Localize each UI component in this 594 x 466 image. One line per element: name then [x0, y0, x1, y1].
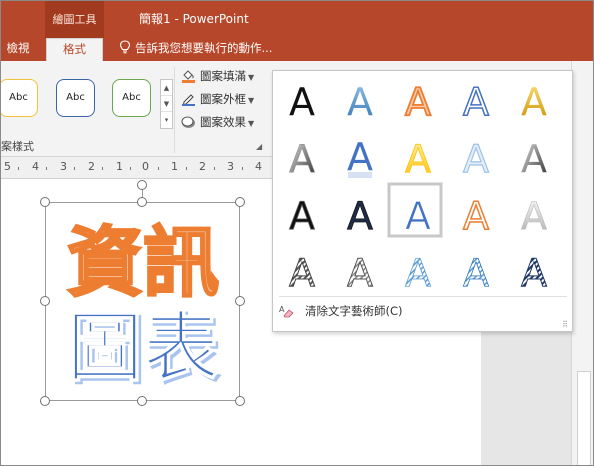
- wordart-style-stripe-navy[interactable]: A: [521, 251, 548, 296]
- wordart-style-black[interactable]: A: [289, 80, 315, 124]
- lightbulb-icon: [119, 40, 131, 54]
- shape-style-gold[interactable]: Abc: [1, 79, 38, 117]
- scroll-down-icon[interactable]: ▼: [161, 96, 172, 112]
- rotate-handle[interactable]: [137, 180, 147, 190]
- resize-handle-ne[interactable]: [235, 197, 245, 207]
- chevron-down-icon: ▼: [248, 119, 255, 128]
- resize-handle-sw[interactable]: [40, 396, 50, 406]
- wordart-style-gray[interactable]: A: [289, 137, 316, 182]
- title-bar: 繪圖工具 簡報1 - PowerPoint: [1, 1, 593, 38]
- tell-me-text: 告訴我您想要執行的動作...: [135, 41, 273, 55]
- scrollbar-thumb[interactable]: [577, 371, 591, 465]
- wordart-style-stripe-light[interactable]: A: [347, 251, 374, 296]
- resize-handle-se[interactable]: [235, 396, 245, 406]
- ribbon-tab-row: 檢視 格式 告訴我您想要執行的動作...: [1, 38, 593, 61]
- shape-outline-button[interactable]: 圖案外框 ▼: [181, 90, 254, 108]
- wordart-style-black-shadow[interactable]: A: [289, 194, 316, 239]
- resize-handle-nw[interactable]: [40, 197, 50, 207]
- wordart-style-dark-navy[interactable]: A: [347, 194, 374, 239]
- wordart-style-pale-gray[interactable]: A: [521, 194, 548, 239]
- ruler-label: 4: [32, 160, 39, 173]
- wordart-style-stripe-blue[interactable]: A: [405, 251, 432, 296]
- resize-handle-w[interactable]: [40, 296, 50, 306]
- ruler-label: 2: [199, 160, 206, 173]
- drawing-tools-label: 繪圖工具: [45, 1, 104, 38]
- wordart-style-orange-outline[interactable]: A: [404, 79, 432, 125]
- shape-styles-group-label: 案樣式: [1, 140, 34, 153]
- ribbon-divider: [174, 67, 175, 153]
- gallery-more-icon[interactable]: ▾: [161, 112, 172, 128]
- wordart-style-stripe-gray[interactable]: A: [289, 251, 316, 296]
- wordart-line1: 資訊: [67, 218, 219, 307]
- shape-style-green[interactable]: Abc: [112, 79, 151, 117]
- wordart-style-stripe-blue-2[interactable]: A: [463, 251, 490, 296]
- eraser-icon: A: [279, 305, 294, 318]
- powerpoint-window: 繪圖工具 簡報1 - PowerPoint 檢視 格式 告訴我您想要執行的動作.…: [0, 0, 594, 466]
- shape-style-blue[interactable]: Abc: [56, 79, 95, 117]
- wordart-style-pale-blue[interactable]: A: [462, 136, 489, 181]
- tell-me-box[interactable]: 告訴我您想要執行的動作...: [119, 38, 272, 61]
- wordart-gallery-grid: A A A A A A A A A A A A A A A A A A A A: [289, 79, 548, 296]
- wordart-line2: 圖表: [67, 303, 219, 392]
- scroll-up-icon[interactable]: ▲: [161, 80, 172, 96]
- ruler-label: 3: [60, 160, 67, 173]
- wordart-style-yellow[interactable]: A: [405, 137, 432, 182]
- shape-effects-icon: [181, 116, 195, 128]
- wordart-style-gold[interactable]: A: [521, 80, 547, 124]
- shape-style-gallery-scroll[interactable]: ▲ ▼ ▾: [160, 79, 173, 129]
- wordart-style-blue-selected[interactable]: A: [405, 194, 432, 239]
- resize-handle-n[interactable]: [137, 197, 147, 207]
- shape-effects-button[interactable]: 圖案效果 ▼: [181, 113, 254, 131]
- ruler-label: 1: [116, 160, 123, 173]
- ruler-label: 0: [142, 160, 149, 173]
- paint-bucket-icon: [182, 70, 195, 83]
- tab-format[interactable]: 格式: [46, 38, 103, 61]
- tab-view[interactable]: 檢視: [3, 38, 33, 61]
- resize-handle-e[interactable]: [235, 296, 245, 306]
- ruler-label: 4: [255, 160, 262, 173]
- wordart-style-blue-gradient[interactable]: A: [347, 80, 373, 124]
- pen-icon: [182, 94, 195, 106]
- dropdown-divider: [279, 296, 567, 297]
- wordart-style-orange-white[interactable]: A: [462, 193, 490, 239]
- window-title: 簡報1 - PowerPoint: [139, 12, 249, 26]
- ruler-label: 1: [171, 160, 178, 173]
- resize-handle-s[interactable]: [137, 396, 147, 406]
- ruler-label: 3: [227, 160, 234, 173]
- chevron-down-icon: ▼: [248, 96, 255, 105]
- chevron-down-icon: ▼: [248, 73, 255, 82]
- wordart-gallery-dropdown: A A A A A A A A A A A A A A A A A A A A …: [272, 70, 573, 332]
- wordart-style-silver[interactable]: A: [521, 137, 547, 181]
- clear-wordart-menu-item[interactable]: A 清除文字藝術師(C): [279, 300, 403, 322]
- wordart-style-blue-outline[interactable]: A: [462, 79, 490, 125]
- resize-grip-icon[interactable]: ⠿: [562, 320, 568, 329]
- svg-text:A: A: [279, 305, 285, 314]
- ruler-label: 2: [88, 160, 95, 173]
- dialog-launcher-icon[interactable]: ◢: [256, 142, 262, 151]
- wordart-text[interactable]: 資訊 圖表 圖表: [51, 207, 235, 395]
- shape-fill-button[interactable]: 圖案填滿 ▼: [181, 67, 254, 85]
- ruler-label: 5: [4, 160, 11, 173]
